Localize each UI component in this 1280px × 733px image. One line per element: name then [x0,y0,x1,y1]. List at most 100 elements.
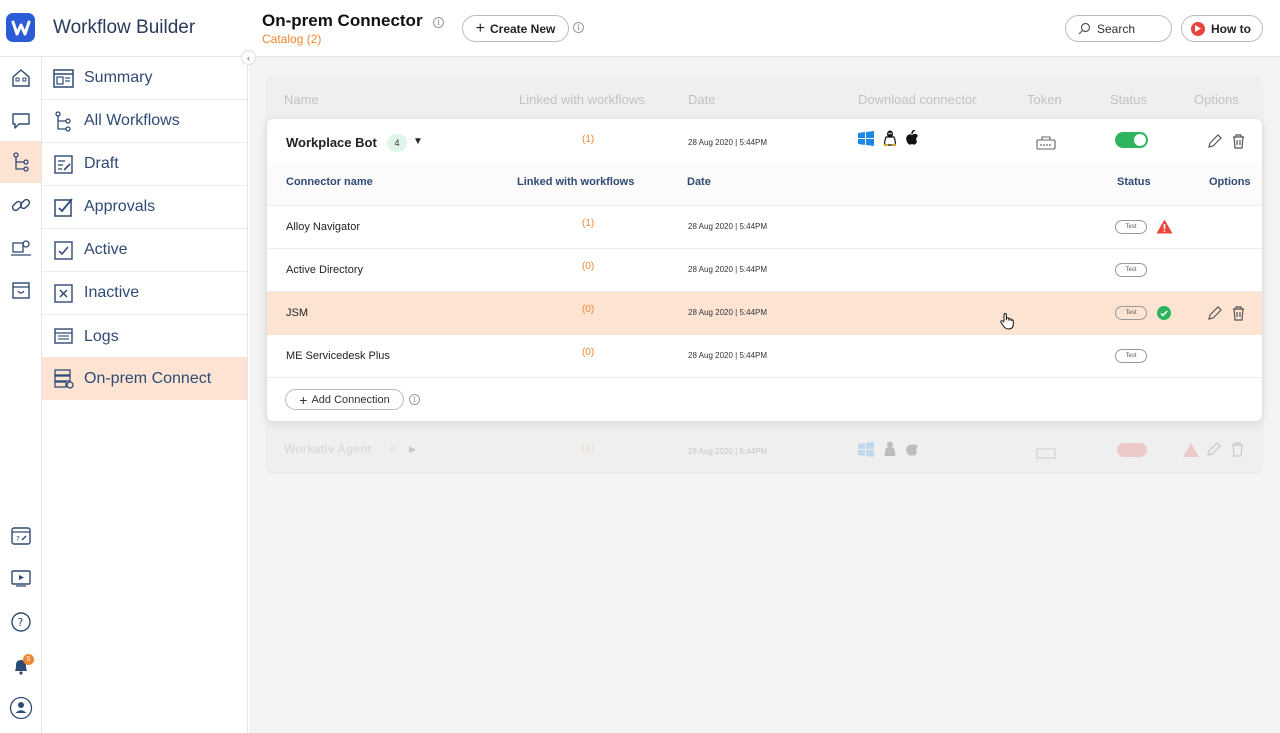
x-box-icon [54,283,73,303]
how-to-button[interactable]: How to [1181,15,1263,42]
info-icon[interactable]: i [409,394,420,405]
token-icon[interactable] [1036,445,1056,459]
agent-date: 28 Aug 2020 | 5:44PM [688,447,768,456]
add-connection-button[interactable]: + Add Connection [285,389,404,410]
nav-item-on-prem-connect[interactable]: On-prem Connect [42,357,247,400]
page-title: On-prem Connector [262,11,423,30]
rail-help[interactable]: ? [0,601,41,643]
edit-pencil-icon[interactable] [1207,134,1222,149]
bot-row[interactable]: Workplace Bot 4 ▼ (1) 28 Aug 2020 | 5:44… [267,119,1262,162]
user-avatar-icon [9,696,32,720]
linked-count[interactable]: (0) [582,261,594,272]
search-label: Search [1097,21,1136,36]
collapse-sidebar-button[interactable]: ‹ [241,50,256,65]
column-header: Status [1110,92,1147,107]
test-button[interactable]: Test [1115,349,1147,363]
connector-date: 28 Aug 2020 | 5:44PM [688,265,768,274]
connector-date: 28 Aug 2020 | 5:44PM [688,308,768,317]
workplace-bot-card: Workplace Bot 4 ▼ (1) 28 Aug 2020 | 5:44… [267,119,1262,421]
warning-icon [1183,443,1199,457]
linux-icon[interactable] [883,441,897,457]
sub-column-header: Status [1117,176,1151,188]
check-box-icon [54,240,73,260]
rail-store[interactable] [0,269,41,311]
rail-video[interactable] [0,557,41,599]
trash-icon[interactable] [1232,306,1245,321]
svg-text:?: ? [17,616,23,629]
connector-row[interactable]: Active Directory (0) 28 Aug 2020 | 5:44P… [267,249,1262,292]
nav-item-approvals[interactable]: Approvals [42,186,247,229]
warning-icon [1156,219,1173,234]
search-icon [1078,22,1091,35]
connector-date: 28 Aug 2020 | 5:44PM [688,222,768,231]
create-new-label: Create New [489,21,556,36]
nav-item-inactive[interactable]: Inactive [42,272,247,315]
summary-icon [53,68,74,88]
agent-status-toggle[interactable] [1117,443,1147,457]
column-header: Download connector [858,92,977,107]
linked-count[interactable]: (0) [582,347,594,358]
linked-count[interactable]: (0) [582,304,594,315]
linked-count[interactable]: (1) [582,218,594,229]
windows-icon[interactable] [858,131,874,146]
expand-caret-icon[interactable]: ▼ [413,136,423,147]
home-icon [11,69,30,87]
agent-desk-icon [10,240,31,256]
svg-text:?: ? [16,535,20,543]
sub-column-header: Linked with workflows [517,176,635,188]
nav-label: On-prem Connect [84,369,212,387]
link-icon [11,198,30,212]
catalog-link[interactable]: Catalog (2) [262,32,321,46]
create-new-button[interactable]: + Create New [462,15,569,42]
token-icon[interactable] [1036,135,1056,150]
workflow-icon [12,152,29,172]
sub-column-header: Date [687,176,711,188]
edit-pencil-icon[interactable] [1207,306,1222,321]
test-button[interactable]: Test [1115,263,1147,277]
server-icon [54,369,74,389]
column-header: Name [284,92,319,107]
edit-pencil-icon[interactable] [1206,442,1221,457]
bot-linked-count[interactable]: (1) [582,134,594,145]
rail-profile[interactable] [0,687,41,729]
nav-item-active[interactable]: Active [42,229,247,272]
trash-icon[interactable] [1232,134,1245,149]
search-button[interactable]: Search [1065,15,1172,42]
logs-icon [54,328,73,344]
rail-agent[interactable] [0,227,41,269]
connector-subheader: Connector name Linked with workflows Dat… [267,162,1262,206]
rail-integrations[interactable] [0,184,41,226]
rail-faq[interactable]: ? [0,515,41,557]
nav-item-draft[interactable]: Draft [42,143,247,186]
nav-item-all-workflows[interactable]: All Workflows [42,100,247,143]
info-icon[interactable]: i [433,17,444,28]
connector-count-badge: 4 [387,134,407,152]
bot-status-toggle[interactable] [1115,132,1148,148]
agent-count-badge: 0 [390,445,396,455]
agent-linked-count[interactable]: (1) [582,443,594,454]
test-button[interactable]: Test [1115,306,1147,320]
connector-row[interactable]: ME Servicedesk Plus (0) 28 Aug 2020 | 5:… [267,335,1262,378]
nav-label: Logs [84,327,119,345]
info-icon[interactable]: i [573,22,584,33]
notification-badge: 5 [23,654,34,665]
connector-name: ME Servicedesk Plus [286,350,390,362]
rail-home[interactable] [0,57,41,99]
rail-notifications[interactable]: 5 [0,645,41,687]
test-button[interactable]: Test [1115,220,1147,234]
connector-row[interactable]: Alloy Navigator (1) 28 Aug 2020 | 5:44PM… [267,206,1262,249]
rail-chat[interactable] [0,99,41,141]
connector-row-highlighted[interactable]: JSM (0) 28 Aug 2020 | 5:44PM Test [267,292,1262,335]
expand-caret-icon[interactable]: ▶ [409,444,416,455]
apple-icon[interactable] [905,130,919,146]
rail-workflow[interactable] [0,141,41,183]
nav-item-logs[interactable]: Logs [42,315,247,358]
nav-item-summary[interactable]: Summary [42,57,247,100]
connector-name: Alloy Navigator [286,221,360,233]
apple-icon[interactable] [905,441,919,457]
windows-icon[interactable] [858,442,874,457]
linux-icon[interactable] [883,130,897,146]
trash-icon[interactable] [1231,442,1244,457]
column-header: Token [1027,92,1062,107]
app-logo[interactable] [6,13,35,42]
